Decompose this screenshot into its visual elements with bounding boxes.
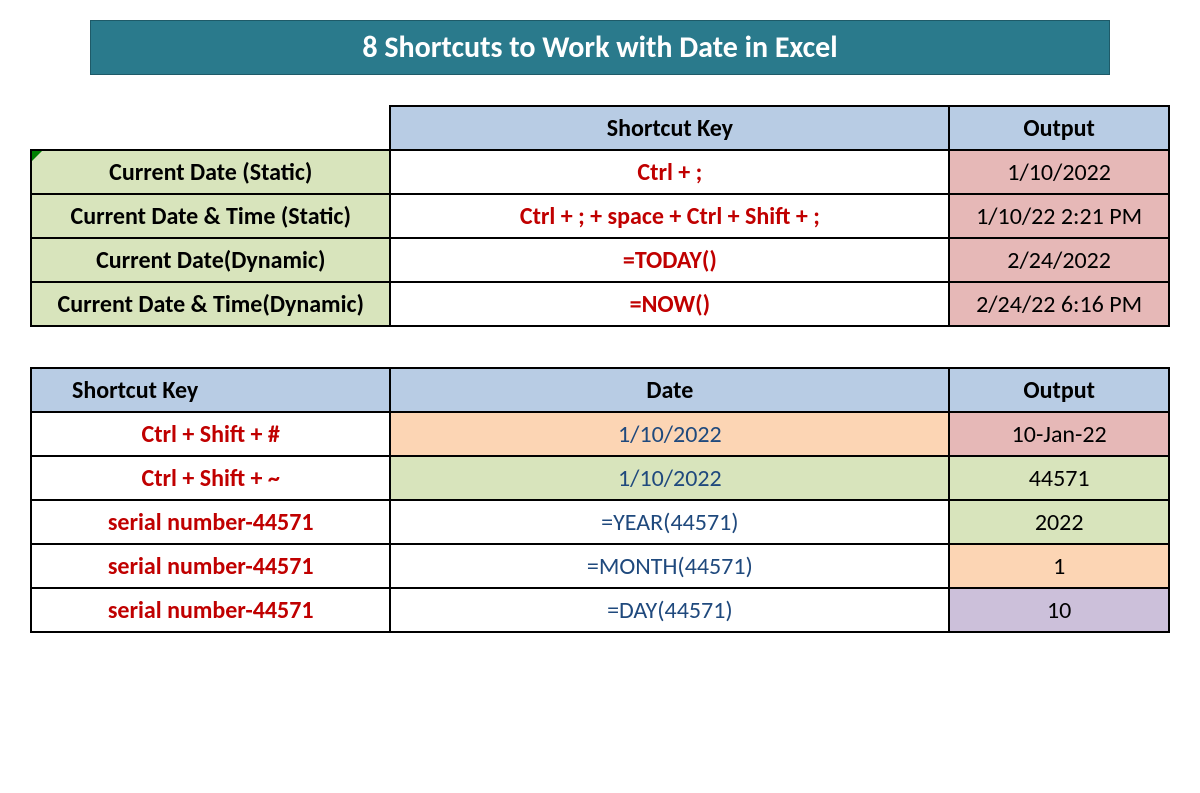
- empty-cell: [31, 106, 390, 150]
- table-row: Current Date(Dynamic) =TODAY() 2/24/2022: [31, 238, 1169, 282]
- table-row: Shortcut Key Date Output: [31, 368, 1169, 412]
- output-cell: 44571: [949, 456, 1169, 500]
- date-cell: 1/10/2022: [390, 412, 949, 456]
- shortcut-key-cell: serial number-44571: [31, 500, 390, 544]
- output-cell: 10: [949, 588, 1169, 632]
- row-label: Current Date & Time (Static): [31, 194, 390, 238]
- table-row: Current Date (Static) Ctrl + ; 1/10/2022: [31, 150, 1169, 194]
- date-cell: =DAY(44571): [390, 588, 949, 632]
- output-cell: 1/10/2022: [949, 150, 1169, 194]
- shortcut-key-cell: serial number-44571: [31, 588, 390, 632]
- header-output: Output: [949, 368, 1169, 412]
- shortcut-key-cell: Ctrl + ;: [390, 150, 949, 194]
- table-row: Ctrl + Shift + ~ 1/10/2022 44571: [31, 456, 1169, 500]
- output-cell: 2022: [949, 500, 1169, 544]
- shortcut-key-cell: =TODAY(): [390, 238, 949, 282]
- page-title: 8 Shortcuts to Work with Date in Excel: [90, 20, 1110, 75]
- table-row: Current Date & Time (Static) Ctrl + ; + …: [31, 194, 1169, 238]
- shortcut-key-cell: Ctrl + Shift + #: [31, 412, 390, 456]
- row-label: Current Date(Dynamic): [31, 238, 390, 282]
- row-label: Current Date (Static): [31, 150, 390, 194]
- date-cell: =MONTH(44571): [390, 544, 949, 588]
- output-cell: 2/24/2022: [949, 238, 1169, 282]
- date-cell: =YEAR(44571): [390, 500, 949, 544]
- shortcut-key-cell: serial number-44571: [31, 544, 390, 588]
- header-shortcut-key: Shortcut Key: [390, 106, 949, 150]
- header-output: Output: [949, 106, 1169, 150]
- label-text: Current Date (Static): [109, 158, 312, 187]
- output-cell: 10-Jan-22: [949, 412, 1169, 456]
- header-shortcut-key: Shortcut Key: [31, 368, 390, 412]
- table-row: serial number-44571 =YEAR(44571) 2022: [31, 500, 1169, 544]
- shortcut-key-cell: =NOW(): [390, 282, 949, 326]
- date-cell: 1/10/2022: [390, 456, 949, 500]
- table-row: serial number-44571 =DAY(44571) 10: [31, 588, 1169, 632]
- table-shortcuts-2: Shortcut Key Date Output Ctrl + Shift + …: [30, 367, 1170, 633]
- shortcut-key-cell: Ctrl + Shift + ~: [31, 456, 390, 500]
- table-row: Shortcut Key Output: [31, 106, 1169, 150]
- output-cell: 2/24/22 6:16 PM: [949, 282, 1169, 326]
- output-cell: 1/10/22 2:21 PM: [949, 194, 1169, 238]
- shortcut-key-cell: Ctrl + ; + space + Ctrl + Shift + ;: [390, 194, 949, 238]
- table-row: serial number-44571 =MONTH(44571) 1: [31, 544, 1169, 588]
- table-row: Ctrl + Shift + # 1/10/2022 10-Jan-22: [31, 412, 1169, 456]
- header-date: Date: [390, 368, 949, 412]
- row-label: Current Date & Time(Dynamic): [31, 282, 390, 326]
- table-shortcuts-1: Shortcut Key Output Current Date (Static…: [30, 105, 1170, 327]
- output-cell: 1: [949, 544, 1169, 588]
- error-indicator-icon: [32, 151, 42, 161]
- table-row: Current Date & Time(Dynamic) =NOW() 2/24…: [31, 282, 1169, 326]
